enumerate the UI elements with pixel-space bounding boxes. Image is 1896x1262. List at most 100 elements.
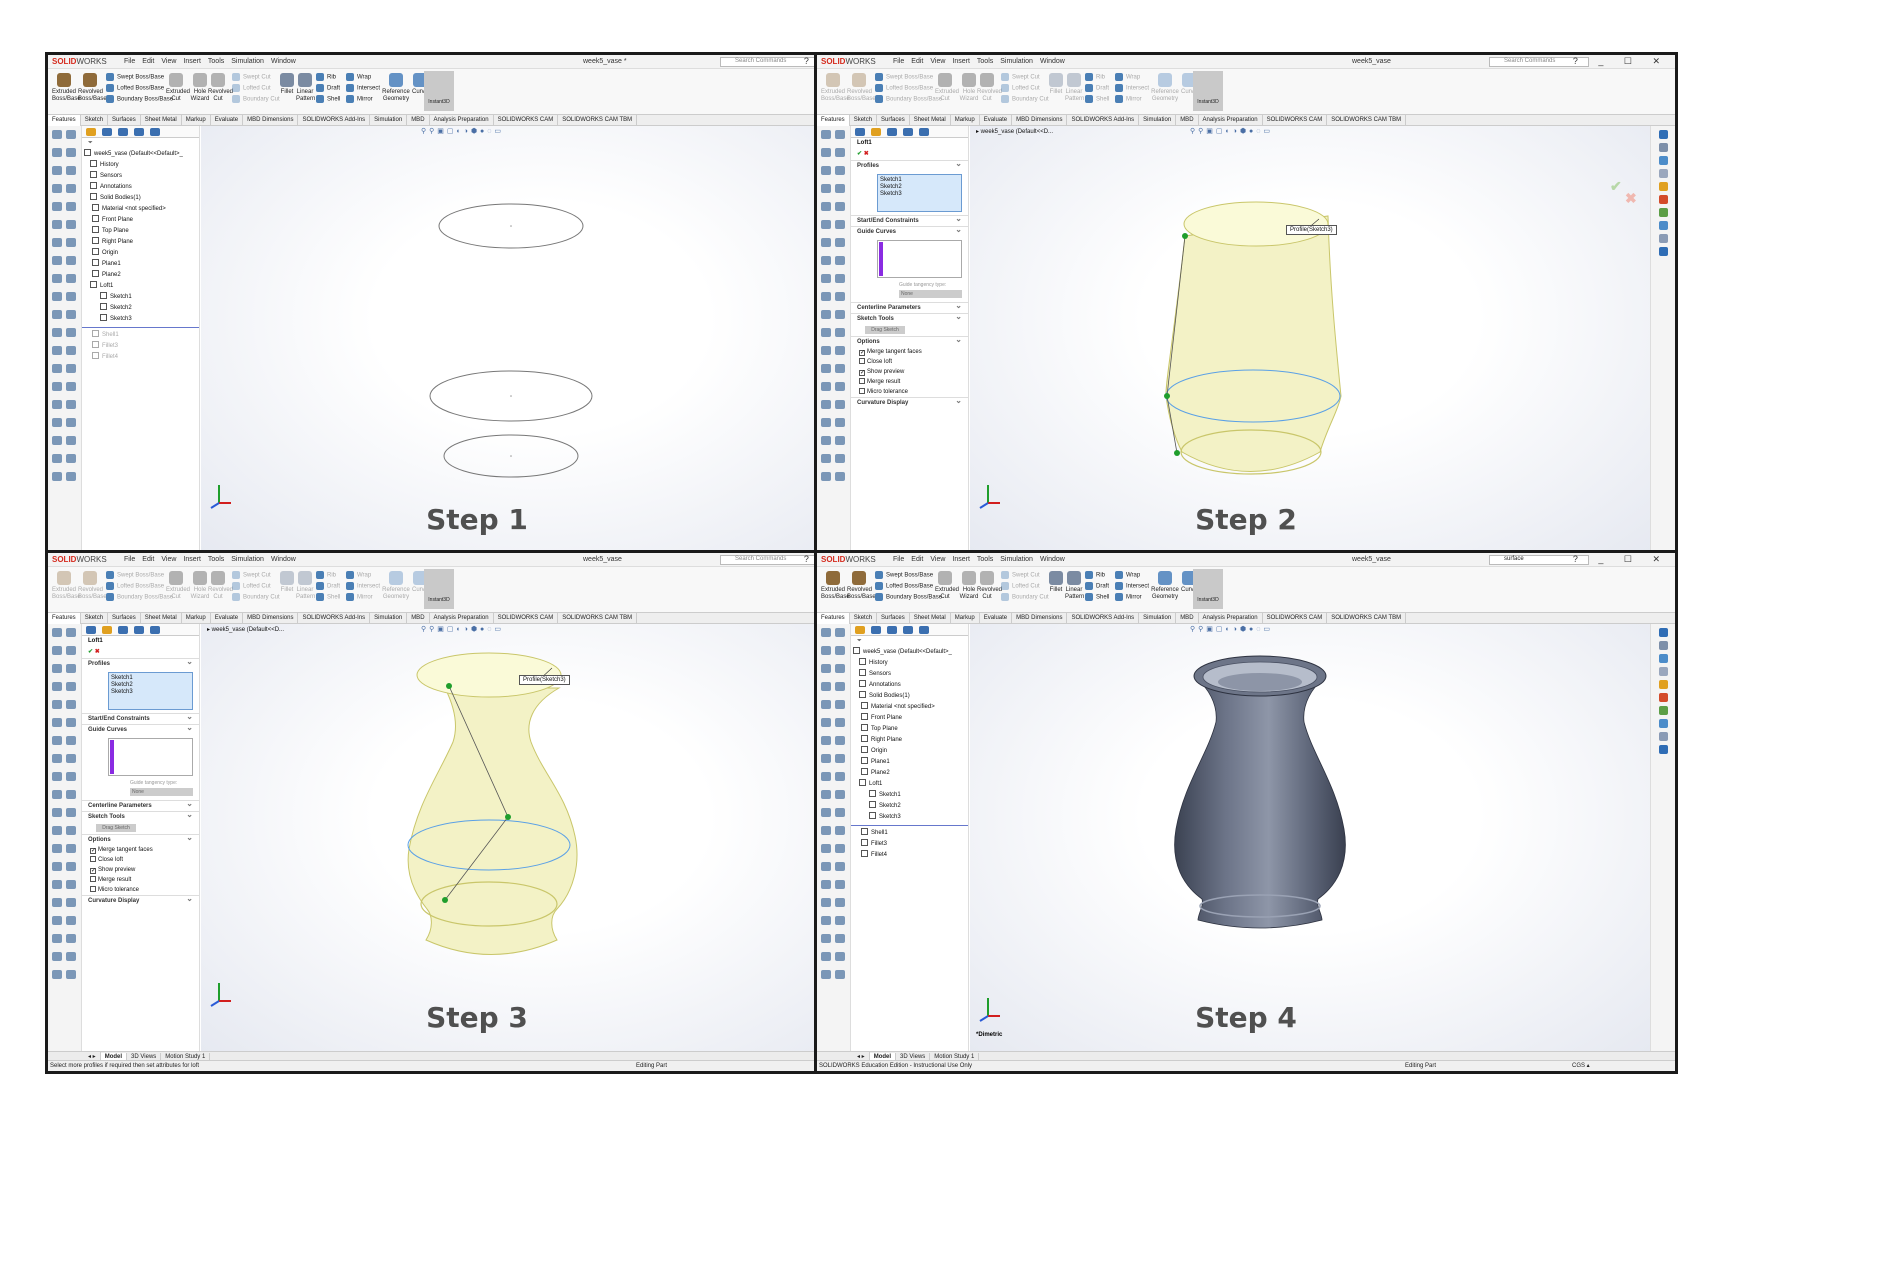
intersect-button[interactable]: Intersect <box>1115 84 1149 92</box>
task-icon[interactable] <box>66 934 76 943</box>
wrap-button[interactable]: Wrap <box>1115 571 1140 579</box>
task-icon[interactable] <box>821 700 831 709</box>
options-section[interactable]: Options <box>82 832 199 845</box>
tab-scroll-arrows[interactable]: ◂ ▸ <box>48 1052 101 1060</box>
task-icon[interactable] <box>821 382 831 391</box>
task-icon[interactable] <box>835 736 845 745</box>
hole-wizard-button[interactable]: Hole Wizard <box>190 73 210 103</box>
checkbox[interactable]: ✓ <box>90 848 96 854</box>
wrap-button[interactable]: Wrap <box>346 571 371 579</box>
option-merge-tangent[interactable]: ✓ Merge tangent faces <box>82 845 199 855</box>
rib-button[interactable]: Rib <box>1085 571 1105 579</box>
tab-mbd-dimensions[interactable]: MBD Dimensions <box>1012 613 1068 624</box>
task-icon[interactable] <box>52 880 62 889</box>
task-icon[interactable] <box>835 166 845 175</box>
task-icon[interactable] <box>66 718 76 727</box>
menu-edit[interactable]: Edit <box>142 58 154 65</box>
tree-item[interactable]: week5_vase (Default<<Default>_ <box>851 647 968 658</box>
task-icon[interactable] <box>835 184 845 193</box>
swept-boss-button[interactable]: Swept Boss/Base <box>875 73 933 81</box>
tree-item[interactable]: Fillet3 <box>851 839 968 850</box>
option-show-preview[interactable]: ✓ Show preview <box>82 865 199 875</box>
task-icon[interactable] <box>835 682 845 691</box>
profile-item[interactable]: Sketch2 <box>111 682 190 689</box>
tree-item[interactable]: Origin <box>851 746 968 757</box>
menu-insert[interactable]: Insert <box>183 556 201 563</box>
menu-edit[interactable]: Edit <box>142 556 154 563</box>
hole-wizard-button[interactable]: Hole Wizard <box>959 73 979 103</box>
task-icon[interactable] <box>52 718 62 727</box>
connector-point[interactable] <box>1174 450 1180 456</box>
menu-insert[interactable]: Insert <box>952 556 970 563</box>
swept-cut-button[interactable]: Swept Cut <box>232 73 271 81</box>
task-icon[interactable] <box>52 436 62 445</box>
task-icon[interactable] <box>66 754 76 763</box>
guide-curves-list[interactable] <box>877 240 962 278</box>
guide-curves-list[interactable] <box>108 738 193 776</box>
tree-item[interactable]: Solid Bodies(1) <box>82 193 199 204</box>
task-icon[interactable] <box>52 130 62 139</box>
task-icon[interactable] <box>66 292 76 301</box>
display-manager-tab[interactable] <box>150 128 160 136</box>
tree-item[interactable]: Sketch2 <box>82 303 199 314</box>
configuration-manager-tab[interactable] <box>118 128 128 136</box>
task-icon[interactable] <box>835 220 845 229</box>
profile-item[interactable]: Sketch1 <box>111 675 190 682</box>
tree-item[interactable]: Loft1 <box>851 779 968 790</box>
tree-item[interactable]: Fillet4 <box>82 352 199 363</box>
fillet-button[interactable]: Fillet <box>1047 73 1065 96</box>
menu-tools[interactable]: Tools <box>977 556 993 563</box>
tree-item[interactable]: Sensors <box>82 171 199 182</box>
display-manager-tab[interactable] <box>150 626 160 634</box>
task-pane-icon[interactable] <box>1659 221 1668 230</box>
task-icon[interactable] <box>821 202 831 211</box>
tree-item[interactable]: Fillet3 <box>82 341 199 352</box>
lofted-cut-button[interactable]: Lofted Cut <box>232 84 271 92</box>
task-icon[interactable] <box>52 862 62 871</box>
menu-edit[interactable]: Edit <box>911 556 923 563</box>
ok-button[interactable]: ✔ <box>88 649 95 655</box>
property-manager-tab[interactable] <box>102 128 112 136</box>
menu-insert[interactable]: Insert <box>952 58 970 65</box>
task-icon[interactable] <box>52 310 62 319</box>
mirror-button[interactable]: Mirror <box>1115 593 1142 601</box>
task-icon[interactable] <box>52 826 62 835</box>
task-icon[interactable] <box>66 202 76 211</box>
extruded-cut-button[interactable]: Extruded Cut <box>166 73 190 103</box>
task-icon[interactable] <box>821 646 831 655</box>
task-icon[interactable] <box>835 664 845 673</box>
task-icon[interactable] <box>52 148 62 157</box>
confirm-corner-ok[interactable]: ✔ <box>1610 178 1622 195</box>
tab-solidworks-add-ins[interactable]: SOLIDWORKS Add-Ins <box>298 613 371 624</box>
model-graphics[interactable] <box>201 624 881 1051</box>
task-icon[interactable] <box>66 454 76 463</box>
task-icon[interactable] <box>821 472 831 481</box>
instant3d-button[interactable]: Instant3D <box>424 71 454 111</box>
tree-item[interactable]: Sketch1 <box>851 790 968 801</box>
task-icon[interactable] <box>835 934 845 943</box>
task-icon[interactable] <box>821 880 831 889</box>
task-icon[interactable] <box>66 790 76 799</box>
task-icon[interactable] <box>66 184 76 193</box>
task-pane-icon[interactable] <box>1659 208 1668 217</box>
checkbox[interactable] <box>859 378 865 384</box>
intersect-button[interactable]: Intersect <box>346 84 380 92</box>
rib-button[interactable]: Rib <box>1085 73 1105 81</box>
task-icon[interactable] <box>66 952 76 961</box>
profile-item[interactable]: Sketch3 <box>880 191 959 198</box>
task-icon[interactable] <box>66 238 76 247</box>
tab-mbd[interactable]: MBD <box>407 613 430 624</box>
boundary-boss-button[interactable]: Boundary Boss/Base <box>106 593 173 601</box>
model-graphics[interactable] <box>201 126 881 553</box>
extruded-cut-button[interactable]: Extruded Cut <box>935 571 959 601</box>
checkbox[interactable] <box>90 886 96 892</box>
task-pane-icon[interactable] <box>1659 706 1668 715</box>
task-icon[interactable] <box>821 310 831 319</box>
boundary-boss-button[interactable]: Boundary Boss/Base <box>875 593 942 601</box>
draft-button[interactable]: Draft <box>316 84 340 92</box>
tab-sheet-metal[interactable]: Sheet Metal <box>141 115 182 126</box>
display-manager-tab[interactable] <box>919 626 929 634</box>
task-icon[interactable] <box>66 880 76 889</box>
task-pane-icon[interactable] <box>1659 693 1668 702</box>
swept-cut-button[interactable]: Swept Cut <box>232 571 271 579</box>
